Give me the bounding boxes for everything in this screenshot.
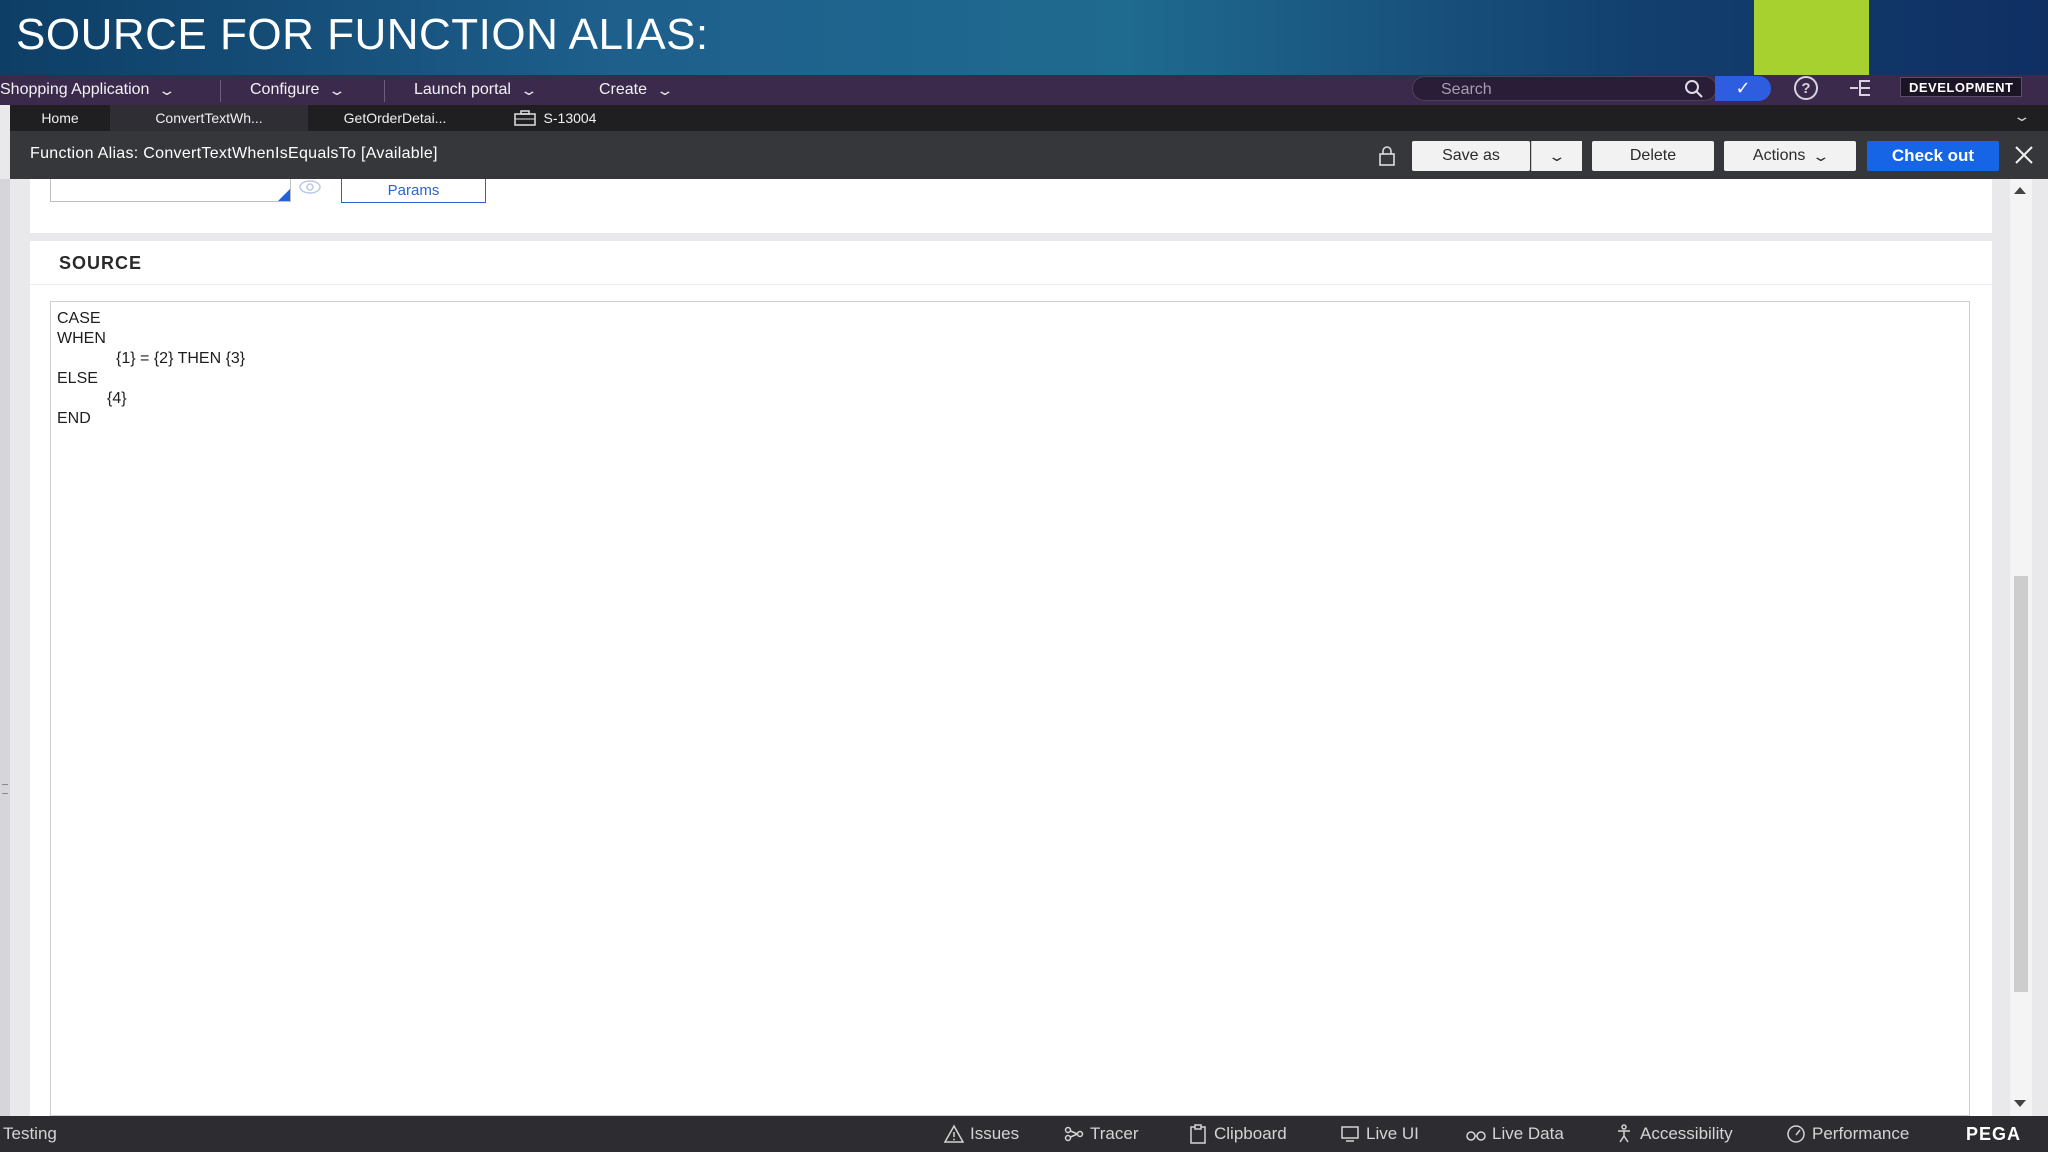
actions-label: Actions — [1752, 147, 1806, 164]
environment-badge: DEVELOPMENT — [1900, 77, 2023, 97]
checkmark-icon: ✓ — [1735, 78, 1751, 98]
live-ui-tool[interactable]: Live UI — [1340, 1116, 1419, 1152]
source-code-editor[interactable]: CASE WHEN {1} = {2} THEN {3} ELSE {4} EN… — [50, 301, 1970, 1116]
check-out-button[interactable]: Check out — [1867, 141, 1999, 171]
lock-icon — [1379, 146, 1395, 166]
clipboard-tool[interactable]: Clipboard — [1188, 1116, 1287, 1152]
chevron-down-icon[interactable]: ⌄ — [2013, 108, 2032, 125]
code-line: ELSE — [57, 370, 98, 387]
close-icon[interactable] — [2012, 143, 2036, 167]
search-box[interactable]: Search — [1412, 76, 1717, 101]
run-mode-label: Testing — [3, 1124, 57, 1143]
actions-button[interactable]: Actions ⌄ — [1724, 141, 1856, 171]
pega-logo: PEGA — [1965, 1124, 2021, 1144]
code-line: CASE — [57, 310, 101, 327]
briefcase-icon — [513, 110, 536, 126]
delete-button[interactable]: Delete — [1592, 141, 1714, 171]
accessibility-label: Accessibility — [1640, 1124, 1733, 1143]
code-line: {4} — [107, 390, 127, 407]
developer-toolbar: Testing Issues Tracer Clipboard Live UI … — [0, 1116, 2048, 1152]
tab-get-order-details[interactable]: GetOrderDetai... — [308, 105, 482, 131]
search-input[interactable]: Search — [1441, 81, 1492, 99]
nav-divider — [220, 80, 221, 102]
source-heading: SOURCE — [59, 253, 143, 273]
chevron-down-icon: ⌄ — [519, 81, 539, 98]
params-button[interactable]: Params — [341, 179, 486, 203]
tab-convert-text-label: ConvertTextWh... — [155, 110, 263, 126]
banner-title: SOURCE FOR FUNCTION ALIAS: — [16, 10, 709, 59]
banner-accent-block — [1754, 0, 1869, 75]
resize-handle-icon[interactable] — [278, 189, 290, 201]
source-section-header: SOURCE — [30, 241, 1992, 285]
left-panel-splitter[interactable] — [0, 179, 10, 1116]
save-as-dropdown[interactable]: ⌄ — [1531, 141, 1582, 171]
tracer-label: Tracer — [1090, 1124, 1139, 1143]
help-icon[interactable]: ? — [1794, 76, 1818, 100]
live-data-icon — [1466, 1131, 1486, 1141]
tab-convert-text[interactable]: ConvertTextWh... — [110, 105, 308, 131]
live-ui-icon — [1341, 1126, 1359, 1142]
nav-configure-menu[interactable]: Configure ⌄ — [250, 75, 347, 105]
scroll-up-arrow-icon[interactable] — [2012, 184, 2028, 198]
tab-case[interactable]: S-13004 — [500, 105, 610, 131]
slide-banner: SOURCE FOR FUNCTION ALIAS: — [0, 0, 2048, 75]
nav-configure-label: Configure — [250, 81, 320, 98]
clipboard-label: Clipboard — [1214, 1124, 1287, 1143]
live-ui-label: Live UI — [1366, 1124, 1419, 1143]
save-as-button[interactable]: Save as — [1412, 141, 1530, 171]
chevron-down-icon: ⌄ — [1547, 147, 1567, 164]
performance-label: Performance — [1812, 1124, 1910, 1143]
code-line: {1} = {2} THEN {3} — [116, 350, 246, 367]
alias-settings-card — [30, 179, 1992, 233]
nav-divider — [384, 80, 385, 102]
performance-tool[interactable]: Performance — [1786, 1116, 1909, 1152]
rule-title: Function Alias: ConvertTextWhenIsEqualsT… — [30, 145, 438, 162]
performance-gauge-icon — [1787, 1125, 1805, 1143]
nav-launch-portal-menu[interactable]: Launch portal ⌄ — [414, 75, 539, 105]
tab-home[interactable]: Home — [10, 105, 110, 131]
tracer-tool[interactable]: Tracer — [1064, 1116, 1139, 1152]
nav-create-menu[interactable]: Create ⌄ — [599, 75, 674, 105]
code-line: WHEN — [57, 330, 106, 347]
tab-home-label: Home — [41, 110, 79, 126]
scroll-down-arrow-icon[interactable] — [2012, 1096, 2028, 1110]
app-explorer-icon[interactable] — [1848, 76, 1874, 100]
tab-case-label: S-13004 — [543, 110, 597, 126]
tracer-icon — [1064, 1126, 1084, 1142]
live-data-label: Live Data — [1492, 1124, 1564, 1143]
eye-icon[interactable] — [298, 178, 322, 196]
scrollbar-thumb[interactable] — [2014, 576, 2028, 992]
accessibility-tool[interactable]: Accessibility — [1614, 1116, 1733, 1152]
issues-tool[interactable]: Issues — [944, 1116, 1019, 1152]
search-icon[interactable] — [1684, 79, 1704, 99]
code-line: END — [57, 410, 91, 427]
issues-label: Issues — [970, 1124, 1020, 1143]
nav-application-label: Shopping Application — [0, 81, 150, 98]
chevron-down-icon: ⌄ — [157, 81, 177, 98]
accessibility-icon — [1618, 1124, 1630, 1143]
splitter-grip-icon[interactable] — [2, 784, 8, 794]
rule-header: Function Alias: ConvertTextWhenIsEqualsT… — [10, 131, 2048, 179]
alias-text-field[interactable] — [50, 179, 291, 202]
live-data-tool[interactable]: Live Data — [1466, 1116, 1564, 1152]
nav-application-menu[interactable]: Shopping Application ⌄ — [0, 75, 177, 105]
chevron-down-icon: ⌄ — [655, 81, 675, 98]
document-tabs: Home ConvertTextWh... GetOrderDetai... S… — [10, 105, 2048, 131]
checkmark-button[interactable]: ✓ — [1715, 76, 1771, 101]
nav-create-label: Create — [599, 81, 648, 98]
clipboard-icon — [1190, 1124, 1206, 1144]
warning-icon — [944, 1124, 964, 1143]
nav-launch-portal-label: Launch portal — [414, 81, 511, 98]
tab-get-order-details-label: GetOrderDetai... — [343, 110, 447, 126]
chevron-down-icon: ⌄ — [327, 81, 347, 98]
chevron-down-icon: ⌄ — [1811, 147, 1831, 164]
